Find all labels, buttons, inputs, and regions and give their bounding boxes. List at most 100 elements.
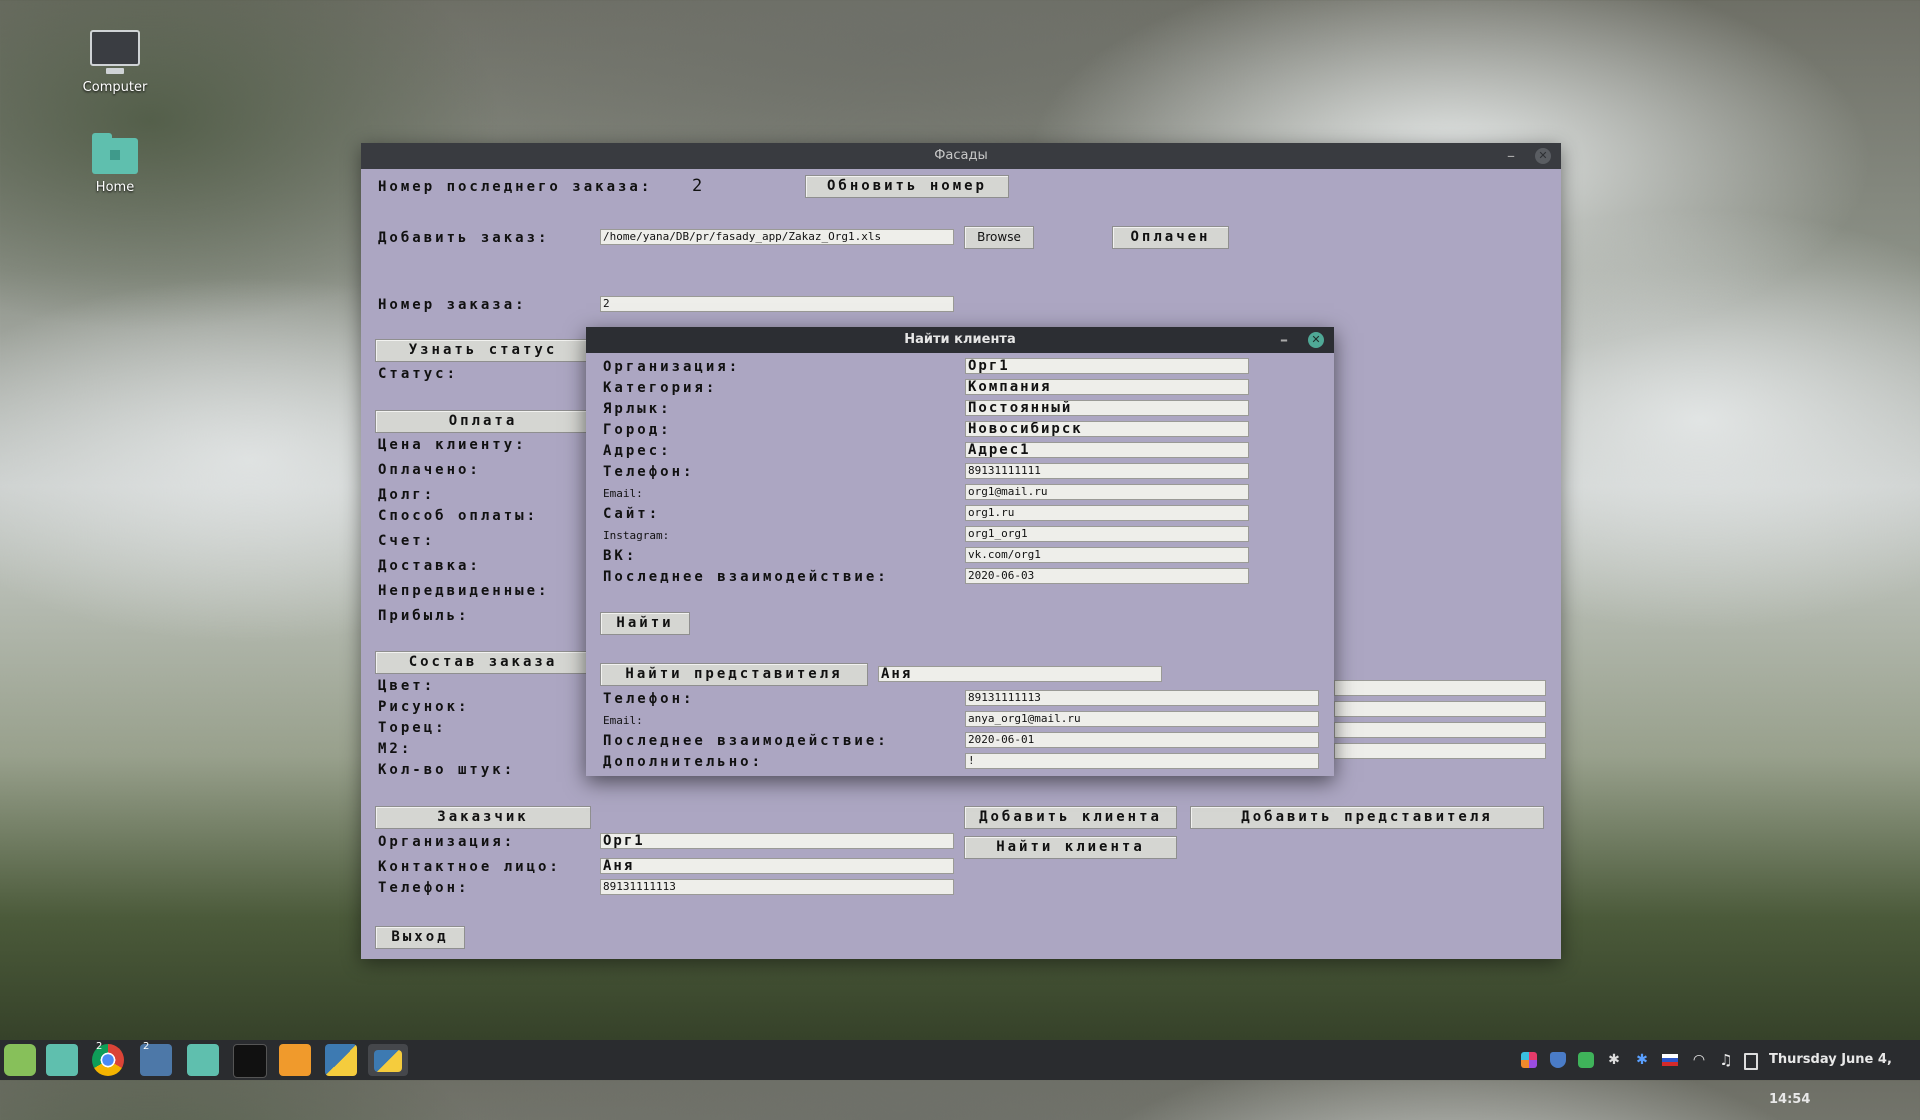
org-input[interactable]: Орг1 bbox=[965, 358, 1249, 374]
payment-button[interactable]: Оплата bbox=[375, 410, 591, 433]
add-client-button[interactable]: Добавить клиента bbox=[964, 806, 1177, 829]
phone-label: Телефон: bbox=[603, 464, 695, 480]
city-label: Город: bbox=[603, 422, 672, 438]
desktop-icon-computer[interactable]: Computer bbox=[65, 30, 165, 95]
minimize-icon[interactable]: – bbox=[1274, 327, 1294, 353]
wifi-icon[interactable]: ◠ bbox=[1691, 1052, 1707, 1068]
files-icon[interactable] bbox=[46, 1044, 78, 1076]
tag-input[interactable]: Постоянный bbox=[965, 400, 1249, 416]
sublime-icon[interactable] bbox=[279, 1044, 311, 1076]
bluetooth-icon-1[interactable]: ✱ bbox=[1606, 1052, 1622, 1068]
representative-search-input[interactable]: Аня bbox=[878, 666, 1162, 682]
composition-input[interactable] bbox=[1334, 743, 1546, 759]
customer-org-label: Организация: bbox=[378, 834, 516, 850]
shield-icon[interactable] bbox=[1550, 1052, 1566, 1068]
refresh-number-button[interactable]: Обновить номер bbox=[805, 175, 1009, 198]
window-title: Фасады bbox=[934, 148, 988, 163]
payment-field-label: Прибыль: bbox=[378, 608, 470, 624]
payment-field-label: Цена клиенту: bbox=[378, 437, 527, 453]
vk-input[interactable]: vk.com/org1 bbox=[965, 547, 1249, 563]
customer-phone-input[interactable]: 89131111113 bbox=[600, 879, 954, 895]
composition-input[interactable] bbox=[1334, 701, 1546, 717]
rep-email-label: Email: bbox=[603, 714, 643, 727]
add-representative-button[interactable]: Добавить представителя bbox=[1190, 806, 1544, 829]
rep-phone-input[interactable]: 89131111113 bbox=[965, 690, 1319, 706]
composition-input[interactable] bbox=[1334, 680, 1546, 696]
browse-button[interactable]: Browse bbox=[964, 226, 1034, 249]
address-label: Адрес: bbox=[603, 443, 672, 459]
status-label: Статус: bbox=[378, 366, 459, 382]
find-client-button[interactable]: Найти клиента bbox=[964, 836, 1177, 859]
python-icon[interactable] bbox=[325, 1044, 357, 1076]
address-input[interactable]: Адрес1 bbox=[965, 442, 1249, 458]
terminal-icon[interactable] bbox=[233, 1044, 267, 1078]
customer-phone-label: Телефон: bbox=[378, 880, 470, 896]
update-check-icon[interactable] bbox=[1578, 1052, 1594, 1068]
payment-field-label: Непредвиденные: bbox=[378, 583, 550, 599]
clock[interactable]: Thursday June 4, 14:54 bbox=[1769, 1040, 1920, 1107]
close-icon[interactable]: ✕ bbox=[1308, 332, 1324, 348]
email-label: Email: bbox=[603, 487, 643, 500]
order-file-path-input[interactable]: /home/yana/DB/pr/fasady_app/Zakaz_Org1.x… bbox=[600, 229, 954, 245]
last-interaction-input[interactable]: 2020-06-03 bbox=[965, 568, 1249, 584]
payment-field-label: Доставка: bbox=[378, 558, 481, 574]
main-window-titlebar[interactable]: Фасады – ✕ bbox=[361, 143, 1561, 169]
customer-org-input[interactable]: Орг1 bbox=[600, 833, 954, 849]
category-label: Категория: bbox=[603, 380, 718, 396]
taskbar: 2 2 ✱ ✱ ◠ ♫ Thursday June 4, 14:54 bbox=[0, 1040, 1920, 1107]
composition-input[interactable] bbox=[1334, 722, 1546, 738]
keyboard-layout-flag-icon[interactable] bbox=[1662, 1054, 1678, 1066]
folder-icon[interactable] bbox=[187, 1044, 219, 1076]
composition-field-label: Кол-во штук: bbox=[378, 762, 516, 778]
find-button[interactable]: Найти bbox=[600, 612, 690, 635]
composition-field-label: М2: bbox=[378, 741, 413, 757]
close-icon[interactable]: ✕ bbox=[1535, 148, 1551, 164]
instagram-input[interactable]: org1_org1 bbox=[965, 526, 1249, 542]
rep-additional-input[interactable]: ! bbox=[965, 753, 1319, 769]
composition-field-label: Цвет: bbox=[378, 678, 436, 694]
category-input[interactable]: Компания bbox=[965, 379, 1249, 395]
bluetooth-icon-2[interactable]: ✱ bbox=[1634, 1052, 1650, 1068]
payment-field-label: Оплачено: bbox=[378, 462, 481, 478]
payment-field-label: Долг: bbox=[378, 487, 436, 503]
notes-icon[interactable] bbox=[1744, 1053, 1758, 1070]
rep-email-input[interactable]: anya_org1@mail.ru bbox=[965, 711, 1319, 727]
customer-contact-input[interactable]: Аня bbox=[600, 858, 954, 874]
camera-badge: 2 bbox=[143, 1041, 150, 1052]
org-label: Организация: bbox=[603, 359, 741, 375]
composition-field-label: Рисунок: bbox=[378, 699, 470, 715]
sound-icon[interactable]: ♫ bbox=[1718, 1052, 1734, 1068]
city-input[interactable]: Новосибирск bbox=[965, 421, 1249, 437]
customer-button[interactable]: Заказчик bbox=[375, 806, 591, 829]
rep-last-interaction-label: Последнее взаимодействие: bbox=[603, 733, 889, 749]
chrome-badge: 2 bbox=[96, 1041, 103, 1052]
order-number-label: Номер заказа: bbox=[378, 297, 527, 313]
desktop-icon-home[interactable]: Home bbox=[65, 133, 165, 195]
order-number-input[interactable]: 2 bbox=[600, 296, 954, 312]
phone-input[interactable]: 89131111111 bbox=[965, 463, 1249, 479]
dialog-titlebar[interactable]: Найти клиента – ✕ bbox=[586, 327, 1334, 353]
add-order-label: Добавить заказ: bbox=[378, 230, 550, 246]
site-label: Сайт: bbox=[603, 506, 661, 522]
email-input[interactable]: org1@mail.ru bbox=[965, 484, 1249, 500]
last-interaction-label: Последнее взаимодействие: bbox=[603, 569, 889, 585]
site-input[interactable]: org1.ru bbox=[965, 505, 1249, 521]
last-order-value: 2 bbox=[692, 176, 703, 196]
python-window-glyph bbox=[374, 1050, 402, 1072]
desktop-icon-label: Home bbox=[95, 180, 135, 195]
composition-field-label: Торец: bbox=[378, 720, 447, 736]
paid-button[interactable]: Оплачен bbox=[1112, 226, 1229, 249]
mint-menu-icon[interactable] bbox=[4, 1044, 36, 1076]
rep-additional-label: Дополнительно: bbox=[603, 754, 764, 770]
exit-button[interactable]: Выход bbox=[375, 926, 465, 949]
vk-label: ВК: bbox=[603, 548, 638, 564]
last-order-label: Номер последнего заказа: bbox=[378, 179, 653, 195]
rep-last-interaction-input[interactable]: 2020-06-01 bbox=[965, 732, 1319, 748]
minimize-icon[interactable]: – bbox=[1501, 143, 1521, 169]
check-status-button[interactable]: Узнать статус bbox=[375, 339, 591, 362]
order-composition-button[interactable]: Состав заказа bbox=[375, 651, 591, 674]
desktop-icon-label: Computer bbox=[82, 80, 148, 95]
home-folder-icon bbox=[92, 133, 138, 174]
tray-cube-icon[interactable] bbox=[1521, 1052, 1537, 1068]
find-representative-button[interactable]: Найти представителя bbox=[600, 663, 868, 686]
